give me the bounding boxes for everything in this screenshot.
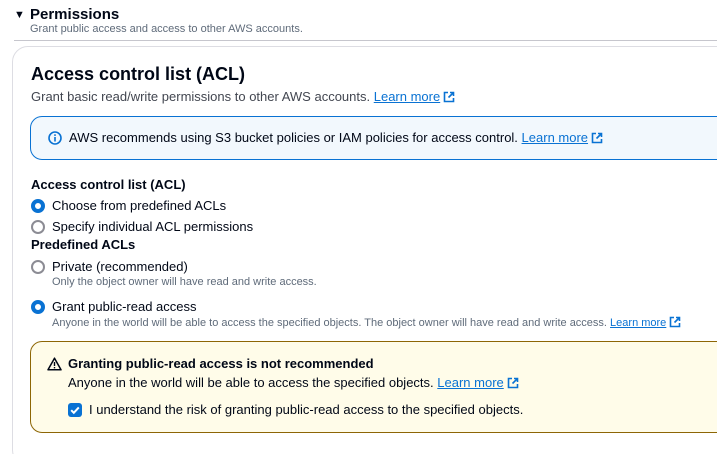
permissions-header[interactable]: ▼ Permissions (14, 6, 119, 23)
info-icon (48, 131, 62, 145)
info-learn-more-label: Learn more (521, 130, 589, 145)
radio-label[interactable]: Specify individual ACL permissions (52, 219, 253, 234)
permissions-title[interactable]: Permissions (30, 6, 119, 23)
public-read-learn-more-link[interactable]: Learn more (610, 316, 681, 329)
acl-description: Grant basic read/write permissions to ot… (31, 89, 455, 104)
acknowledge-checkbox-row[interactable]: I understand the risk of granting public… (68, 402, 523, 417)
acl-learn-more-label: Learn more (373, 89, 441, 104)
acl-mode-label: Access control list (ACL) (31, 177, 186, 192)
info-alert: AWS recommends using S3 bucket policies … (30, 116, 717, 160)
radio-public-read-description: Anyone in the world will be able to acce… (52, 316, 681, 329)
radio-label[interactable]: Grant public-read access (52, 299, 197, 314)
radio-button-checked[interactable] (31, 299, 45, 314)
public-read-learn-more-label: Learn more (610, 317, 667, 329)
warning-alert: Granting public-read access is not recom… (30, 341, 717, 433)
checkmark-icon (70, 406, 80, 414)
warning-learn-more-label: Learn more (437, 375, 504, 390)
external-link-icon (591, 132, 603, 144)
external-link-icon (443, 91, 455, 103)
public-read-description-text: Anyone in the world will be able to acce… (52, 317, 607, 329)
acl-description-text: Grant basic read/write permissions to ot… (31, 89, 371, 104)
warning-text: Anyone in the world will be able to acce… (68, 375, 519, 390)
warning-title: Granting public-read access is not recom… (68, 356, 374, 371)
radio-private-description: Only the object owner will have read and… (52, 276, 317, 288)
radio-predefined-acls[interactable]: Choose from predefined ACLs (31, 198, 226, 213)
radio-button[interactable] (31, 219, 45, 234)
external-link-icon (507, 377, 519, 389)
warning-learn-more-link[interactable]: Learn more (437, 375, 519, 390)
predefined-acls-label: Predefined ACLs (31, 237, 136, 252)
radio-label[interactable]: Choose from predefined ACLs (52, 198, 226, 213)
acl-title: Access control list (ACL) (31, 64, 246, 84)
radio-label[interactable]: Private (recommended) (52, 259, 188, 274)
acl-learn-more-link[interactable]: Learn more (374, 89, 455, 104)
warning-message: Anyone in the world will be able to acce… (68, 375, 434, 390)
section-divider (14, 40, 717, 41)
radio-button-checked[interactable] (31, 198, 45, 213)
info-alert-text: AWS recommends using S3 bucket policies … (69, 130, 603, 145)
info-alert-message: AWS recommends using S3 bucket policies … (69, 130, 518, 145)
radio-button[interactable] (31, 259, 45, 274)
external-link-icon (670, 316, 681, 328)
caret-down-icon[interactable]: ▼ (14, 9, 30, 21)
acknowledge-checkbox-label[interactable]: I understand the risk of granting public… (89, 402, 523, 417)
radio-individual-permissions[interactable]: Specify individual ACL permissions (31, 219, 253, 234)
acknowledge-checkbox[interactable] (68, 402, 82, 417)
radio-private[interactable]: Private (recommended) (31, 259, 188, 274)
permissions-description: Grant public access and access to other … (30, 23, 303, 35)
warning-icon (47, 357, 62, 371)
radio-public-read[interactable]: Grant public-read access (31, 299, 197, 314)
info-learn-more-link[interactable]: Learn more (522, 130, 603, 145)
